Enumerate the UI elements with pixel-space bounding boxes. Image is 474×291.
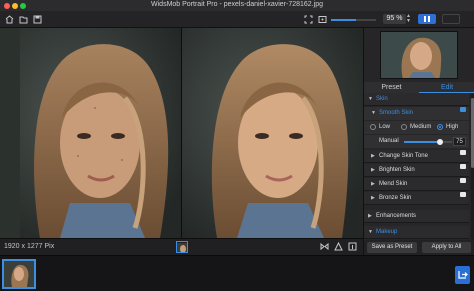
home-icon[interactable]: [5, 15, 14, 24]
filmstrip-thumbnail[interactable]: [2, 259, 36, 289]
change-skin-tone-label: Change Skin Tone: [379, 153, 428, 159]
export-icon: [458, 271, 468, 279]
radio-low-label: Low: [379, 124, 391, 130]
radio-medium-label: Medium: [410, 124, 432, 130]
title-bar: WidsMob Portrait Pro - pexels-daniel-xav…: [0, 0, 474, 11]
change-skin-tone-row[interactable]: ▶ Change Skin Tone: [364, 150, 469, 163]
bronze-skin-toggle[interactable]: [460, 192, 466, 197]
split-view-bar-right: [428, 16, 430, 22]
zoom-slider[interactable]: [331, 19, 376, 21]
mend-skin-row[interactable]: ▶ Mend Skin: [364, 178, 469, 191]
status-bar: 1920 x 1277 Pix: [0, 238, 363, 255]
window-title: WidsMob Portrait Pro - pexels-daniel-xav…: [151, 1, 323, 8]
change-skin-tone-toggle[interactable]: [460, 150, 466, 155]
mend-skin-label: Mend Skin: [379, 181, 408, 187]
chevron-down-icon: ▼: [371, 110, 376, 116]
zoom-stepper-icon[interactable]: ▲ ▼: [406, 14, 412, 24]
smooth-skin-label: Smooth Skin: [379, 110, 414, 116]
single-view-button[interactable]: [442, 14, 460, 24]
panel-tabs: Preset Edit: [364, 82, 474, 93]
bronze-skin-label: Bronze Skin: [379, 195, 412, 201]
actual-size-icon[interactable]: [318, 15, 327, 24]
fit-to-screen-icon[interactable]: [304, 15, 313, 24]
chevron-right-icon: ▶: [371, 195, 375, 201]
manual-slider-fill: [404, 141, 440, 143]
enhancements-section-header[interactable]: ▶ Enhancements: [364, 210, 469, 223]
zoom-value[interactable]: 95 %: [383, 14, 406, 24]
save-as-preset-button[interactable]: Save as Preset: [367, 242, 417, 253]
brighten-skin-label: Brighten Skin: [379, 167, 415, 173]
edit-panel: Preset Edit ▼ Skin ▼ Smooth Skin Low Med…: [363, 28, 474, 255]
after-portrait-image: [182, 28, 363, 238]
mend-skin-toggle[interactable]: [460, 178, 466, 183]
tab-preset[interactable]: Preset: [364, 82, 419, 93]
split-view-button[interactable]: [418, 14, 436, 24]
app-window: WidsMob Portrait Pro - pexels-daniel-xav…: [0, 0, 474, 291]
chevron-right-icon: ▶: [368, 213, 372, 219]
radio-high-label: High: [446, 124, 459, 130]
skin-section-label: Skin: [376, 96, 388, 102]
manual-slider-knob[interactable]: [437, 139, 443, 145]
image-dimensions: 1920 x 1277 Pix: [4, 243, 55, 250]
before-image-canvas[interactable]: [0, 28, 181, 238]
brighten-skin-toggle[interactable]: [460, 164, 466, 169]
split-view-bar-left: [424, 16, 426, 22]
smooth-level-options: Low Medium High: [364, 121, 469, 134]
smooth-skin-toggle[interactable]: [460, 107, 466, 112]
bronze-skin-row[interactable]: ▶ Bronze Skin: [364, 192, 469, 205]
radio-high[interactable]: [437, 124, 443, 130]
open-folder-icon[interactable]: [19, 15, 28, 24]
save-icon[interactable]: [33, 15, 42, 24]
smooth-skin-header[interactable]: ▼ Smooth Skin: [364, 107, 469, 120]
chevron-right-icon: ▶: [371, 167, 375, 173]
panel-action-bar: Save as Preset Apply to All: [364, 240, 474, 255]
before-portrait-image: [0, 28, 181, 238]
navigator-thumbnail[interactable]: [176, 241, 188, 253]
radio-low[interactable]: [370, 124, 376, 130]
chevron-down-icon: ▼: [368, 229, 373, 235]
makeup-section-header[interactable]: ▼ Makeup: [364, 226, 469, 239]
after-image-canvas[interactable]: [182, 28, 363, 238]
makeup-label: Makeup: [376, 229, 398, 235]
chevron-right-icon: ▶: [371, 181, 375, 187]
enhancements-label: Enhancements: [376, 213, 417, 219]
manual-value-field[interactable]: 75: [453, 137, 466, 146]
chevron-right-icon: ▶: [371, 153, 375, 159]
export-button[interactable]: [455, 266, 470, 284]
info-icon[interactable]: [348, 242, 357, 253]
tab-edit[interactable]: Edit: [419, 82, 474, 93]
compare-icon[interactable]: [334, 241, 343, 253]
manual-slider[interactable]: [404, 139, 452, 145]
panel-preview-image: [380, 31, 458, 79]
zoom-slider-fill: [331, 19, 356, 21]
manual-row: Manual 75: [364, 135, 469, 148]
manual-label: Manual: [379, 138, 399, 144]
flip-icon[interactable]: [320, 242, 329, 253]
radio-medium[interactable]: [401, 124, 407, 130]
apply-to-all-button[interactable]: Apply to All: [422, 242, 471, 253]
skin-section-header[interactable]: ▼ Skin: [364, 93, 469, 106]
filmstrip: [0, 255, 474, 291]
toolbar: 95 % ▲ ▼: [0, 11, 474, 28]
brighten-skin-row[interactable]: ▶ Brighten Skin: [364, 164, 469, 177]
chevron-down-icon: ▼: [368, 96, 373, 102]
